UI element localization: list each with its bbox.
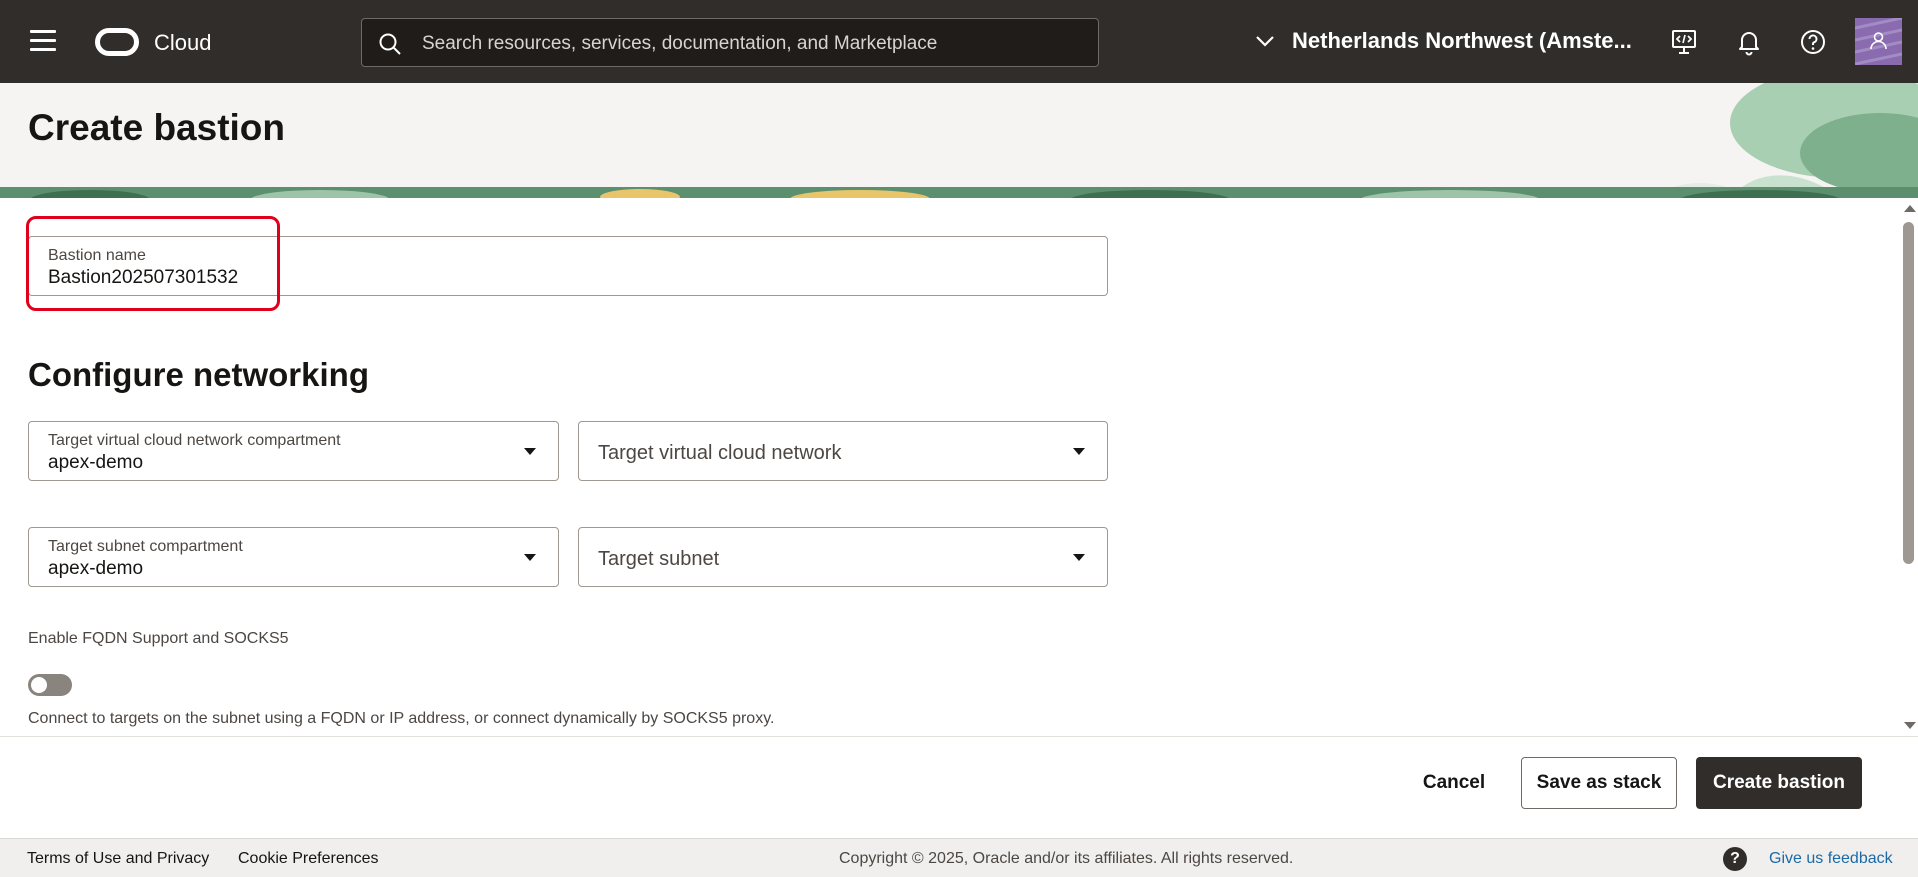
- feedback-link[interactable]: Give us feedback: [1769, 850, 1893, 868]
- dropdown-arrow-icon: [524, 448, 536, 455]
- vcn-select[interactable]: Target virtual cloud network: [578, 421, 1108, 481]
- vertical-scrollbar[interactable]: [1900, 198, 1918, 736]
- form-content: Bastion name Bastion202507301532 Configu…: [0, 198, 1900, 736]
- cookie-preferences-link[interactable]: Cookie Preferences: [238, 850, 379, 868]
- scroll-up-arrow-icon[interactable]: [1904, 205, 1916, 212]
- user-icon: [1855, 18, 1902, 65]
- save-as-stack-button[interactable]: Save as stack: [1521, 757, 1677, 809]
- cancel-button[interactable]: Cancel: [1406, 757, 1502, 809]
- subnet-compartment-label: Target subnet compartment: [48, 538, 243, 555]
- bell-icon[interactable]: [1735, 28, 1763, 56]
- subnet-compartment-value: apex-demo: [48, 558, 144, 579]
- fqdn-help-text: Connect to targets on the subnet using a…: [28, 710, 775, 727]
- create-bastion-button[interactable]: Create bastion: [1696, 757, 1862, 809]
- fqdn-toggle-label: Enable FQDN Support and SOCKS5: [28, 630, 289, 647]
- dropdown-arrow-icon: [1073, 554, 1085, 561]
- hamburger-menu-icon[interactable]: [30, 30, 60, 54]
- scrollbar-thumb[interactable]: [1903, 222, 1914, 564]
- section-title-networking: Configure networking: [28, 356, 369, 393]
- help-circle-icon[interactable]: [1799, 28, 1827, 56]
- vcn-compartment-label: Target virtual cloud network compartment: [48, 432, 341, 449]
- copyright-text: Copyright © 2025, Oracle and/or its affi…: [839, 850, 1294, 867]
- vcn-compartment-value: apex-demo: [48, 452, 144, 473]
- region-selector[interactable]: Netherlands Northwest (Amste...: [1254, 28, 1632, 54]
- subnet-placeholder: Target subnet: [598, 548, 720, 570]
- action-bar: Cancel Save as stack Create bastion: [0, 736, 1918, 838]
- vcn-placeholder: Target virtual cloud network: [598, 442, 842, 464]
- page-footer: Terms of Use and Privacy Cookie Preferen…: [0, 838, 1918, 877]
- region-label: Netherlands Northwest (Amste...: [1292, 28, 1632, 53]
- search-placeholder: Search resources, services, documentatio…: [422, 33, 938, 54]
- subnet-select[interactable]: Target subnet: [578, 527, 1108, 587]
- dropdown-arrow-icon: [524, 554, 536, 561]
- scroll-down-arrow-icon[interactable]: [1904, 722, 1916, 729]
- search-icon: [379, 33, 401, 55]
- code-editor-icon[interactable]: [1670, 28, 1698, 56]
- page-title: Create bastion: [28, 107, 286, 148]
- banner-strip: [0, 187, 1918, 198]
- search-input[interactable]: Search resources, services, documentatio…: [361, 18, 1099, 67]
- help-icon[interactable]: ?: [1723, 847, 1747, 871]
- terms-link[interactable]: Terms of Use and Privacy: [27, 850, 209, 868]
- chevron-down-icon: [1256, 36, 1274, 47]
- oracle-cloud-logo-icon[interactable]: [95, 28, 139, 56]
- brand-label[interactable]: Cloud: [154, 30, 211, 56]
- subnet-compartment-select[interactable]: Target subnet compartment apex-demo: [28, 527, 559, 587]
- avatar[interactable]: [1855, 18, 1902, 65]
- vcn-compartment-select[interactable]: Target virtual cloud network compartment…: [28, 421, 559, 481]
- top-navigation-bar: Cloud Search resources, services, docume…: [0, 0, 1918, 83]
- highlight-outline: [26, 216, 280, 311]
- decorative-banner-art: [1650, 83, 1918, 198]
- fqdn-toggle[interactable]: [28, 674, 72, 696]
- toggle-knob: [31, 677, 47, 693]
- page-header: Create bastion: [0, 83, 1918, 198]
- dropdown-arrow-icon: [1073, 448, 1085, 455]
